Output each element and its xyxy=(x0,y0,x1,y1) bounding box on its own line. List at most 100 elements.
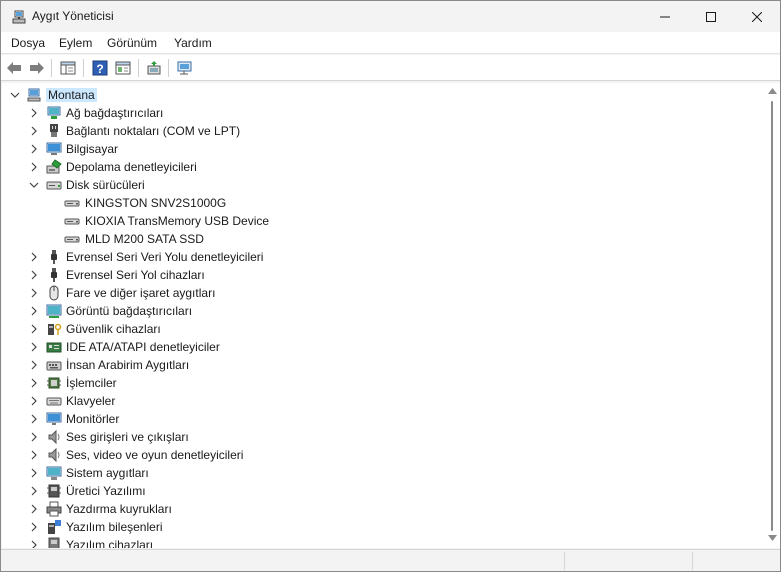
chevron-right-icon[interactable] xyxy=(29,162,39,172)
drive-item-icon xyxy=(64,236,80,243)
minimize-button[interactable] xyxy=(642,1,688,32)
menu-yardim[interactable]: Yardım xyxy=(174,36,212,50)
tree-category-label: Üretici Yazılımı xyxy=(66,484,146,498)
update-driver-icon xyxy=(147,61,161,75)
chevron-right-icon[interactable] xyxy=(29,522,39,532)
status-pane xyxy=(692,552,693,570)
tree-category[interactable]: Ses girişleri ve çıkışları xyxy=(2,428,762,446)
usb-icon xyxy=(51,250,57,264)
tree-category[interactable]: Monitörler xyxy=(2,410,762,428)
show-hide-console-tree-button[interactable] xyxy=(59,59,77,77)
menu-gorunum[interactable]: Görünüm xyxy=(107,36,157,50)
device-tree: Montana Ağ bağdaştırıcıları Bağlantı nokta… xyxy=(2,83,765,548)
status-bar xyxy=(1,549,780,571)
security-device-icon xyxy=(48,323,62,335)
back-button[interactable] xyxy=(5,59,23,77)
menu-dosya[interactable]: Dosya xyxy=(11,36,45,50)
toolbar-separator xyxy=(51,59,52,77)
forward-button[interactable] xyxy=(28,59,46,77)
tree-category[interactable]: Yazdırma kuyrukları xyxy=(2,500,762,518)
tree-category[interactable]: Ağ bağdaştırıcıları xyxy=(2,104,762,122)
tree-category-label: Ses girişleri ve çıkışları xyxy=(66,430,189,444)
tree-category[interactable]: İşlemciler xyxy=(2,374,762,392)
chevron-right-icon[interactable] xyxy=(29,486,39,496)
chevron-right-icon[interactable] xyxy=(29,324,39,334)
chevron-right-icon[interactable] xyxy=(29,252,39,262)
processor-icon xyxy=(47,377,61,389)
chevron-down-icon[interactable] xyxy=(29,180,39,190)
tree-category[interactable]: IDE ATA/ATAPI denetleyiciler xyxy=(2,338,762,356)
tree-category[interactable]: Yazılım bileşenleri xyxy=(2,518,762,536)
software-component-icon xyxy=(48,520,61,534)
tree-category[interactable]: Bağlantı noktaları (COM ve LPT) xyxy=(2,122,762,140)
device-item-label: KINGSTON SNV2S1000G xyxy=(85,196,227,210)
scroll-up-icon[interactable] xyxy=(768,88,777,94)
firmware-icon xyxy=(47,484,61,498)
chevron-right-icon[interactable] xyxy=(29,468,39,478)
tree-category-label: Güvenlik cihazları xyxy=(66,322,161,336)
chevron-right-icon[interactable] xyxy=(29,432,39,442)
chevron-right-icon[interactable] xyxy=(29,270,39,280)
chevron-right-icon[interactable] xyxy=(29,414,39,424)
tree-category-label: Evrensel Seri Veri Yolu denetleyicileri xyxy=(66,250,264,264)
status-pane xyxy=(564,552,565,570)
chevron-right-icon[interactable] xyxy=(29,342,39,352)
tree-category-label: İşlemciler xyxy=(66,376,117,390)
tree-category[interactable]: Güvenlik cihazları xyxy=(2,320,762,338)
tree-category-label: Fare ve diğer işaret aygıtları xyxy=(66,286,216,300)
scan-hardware-button[interactable] xyxy=(176,59,194,77)
tree-category[interactable]: Evrensel Seri Yol cihazları xyxy=(2,266,762,284)
toolbar: ? xyxy=(1,55,780,81)
tree-category[interactable]: Evrensel Seri Veri Yolu denetleyicileri xyxy=(2,248,762,266)
tree-category-label: Ses, video ve oyun denetleyicileri xyxy=(66,448,244,462)
tree-device-item[interactable]: KIOXIA TransMemory USB Device xyxy=(2,212,762,230)
tree-category-label: Yazılım cihazları xyxy=(66,538,154,548)
maximize-button[interactable] xyxy=(688,1,734,32)
chevron-right-icon[interactable] xyxy=(29,126,39,136)
tree-root-montana[interactable]: Montana xyxy=(2,86,762,104)
chevron-right-icon[interactable] xyxy=(29,306,39,316)
back-arrow-icon xyxy=(7,62,21,74)
chevron-down-icon[interactable] xyxy=(10,90,20,100)
menu-eylem[interactable]: Eylem xyxy=(59,36,92,50)
tree-category[interactable]: Fare ve diğer işaret aygıtları xyxy=(2,284,762,302)
tree-category[interactable]: Bilgisayar xyxy=(2,140,762,158)
tree-category[interactable]: Görüntü bağdaştırıcıları xyxy=(2,302,762,320)
tree-device-item[interactable]: MLD M200 SATA SSD xyxy=(2,230,762,248)
tree-category[interactable]: Depolama denetleyicileri xyxy=(2,158,762,176)
tree-category[interactable]: Ses, video ve oyun denetleyicileri xyxy=(2,446,762,464)
device-manager-icon xyxy=(11,9,27,25)
minimize-icon xyxy=(660,16,670,17)
chevron-right-icon[interactable] xyxy=(29,450,39,460)
chevron-right-icon[interactable] xyxy=(29,540,39,548)
tree-category[interactable]: Sistem aygıtları xyxy=(2,464,762,482)
tree-category[interactable]: Yazılım cihazları xyxy=(2,536,762,548)
chevron-right-icon[interactable] xyxy=(29,108,39,118)
chevron-right-icon[interactable] xyxy=(29,288,39,298)
scrollbar-thumb[interactable] xyxy=(771,101,773,531)
chevron-right-icon[interactable] xyxy=(29,378,39,388)
hid-icon xyxy=(46,361,62,371)
menu-bar: Dosya Eylem Görünüm Yardım xyxy=(1,32,780,54)
chevron-right-icon[interactable] xyxy=(29,360,39,370)
tree-category[interactable]: Disk sürücüleri xyxy=(2,176,762,194)
tree-category[interactable]: Üretici Yazılımı xyxy=(2,482,762,500)
help-button[interactable]: ? xyxy=(91,59,109,77)
update-driver-button[interactable] xyxy=(145,59,163,77)
tree-category-label: Disk sürücüleri xyxy=(66,178,145,192)
keyboard-icon xyxy=(46,397,62,406)
chevron-right-icon[interactable] xyxy=(29,144,39,154)
tree-category[interactable]: İnsan Arabirim Aygıtları xyxy=(2,356,762,374)
chevron-right-icon[interactable] xyxy=(29,396,39,406)
scroll-down-icon[interactable] xyxy=(768,535,777,541)
properties-button[interactable] xyxy=(114,59,132,77)
close-button[interactable] xyxy=(734,1,780,32)
tree-category[interactable]: Klavyeler xyxy=(2,392,762,410)
audio-icon xyxy=(48,429,60,445)
vertical-scrollbar[interactable] xyxy=(765,83,780,548)
chevron-right-icon[interactable] xyxy=(29,504,39,514)
toolbar-separator xyxy=(83,59,84,77)
system-device-icon xyxy=(46,466,62,480)
computer-root-icon xyxy=(27,88,41,102)
tree-device-item[interactable]: KINGSTON SNV2S1000G xyxy=(2,194,762,212)
